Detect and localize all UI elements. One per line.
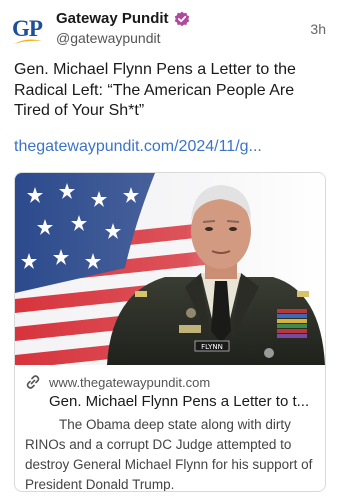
link-icon: [26, 375, 40, 389]
handle[interactable]: @gatewaypundit: [56, 30, 161, 46]
uniform-nametag: FLYNN: [201, 343, 223, 351]
card-description: The Obama deep state along with dirty RI…: [25, 417, 313, 492]
post-link[interactable]: thegatewaypundit.com/2024/11/g...: [14, 138, 262, 156]
card-domain: www.thegatewaypundit.com: [49, 374, 211, 390]
card-title[interactable]: Gen. Michael Flynn Pens a Letter to t...: [49, 393, 319, 410]
verified-badge-icon: [174, 11, 189, 26]
name-row: Gateway Pundit: [56, 10, 190, 27]
avatar-swoosh: [14, 39, 42, 44]
article-photo: FLYNN: [15, 173, 325, 365]
post-time[interactable]: 3h: [310, 21, 326, 37]
post-text: Gen. Michael Flynn Pens a Letter to the …: [14, 61, 296, 119]
card-meta: www.thegatewaypundit.com Gen. Michael Fl…: [25, 373, 317, 492]
link-preview-card[interactable]: FLYNN www.thegatewaypundit.com Gen. Mich…: [14, 172, 326, 492]
card-image[interactable]: FLYNN: [15, 173, 325, 365]
display-name[interactable]: Gateway Pundit: [56, 10, 169, 27]
post-header: GP Gateway Pundit @gatewaypundit 3h: [12, 10, 328, 50]
avatar[interactable]: GP: [12, 14, 44, 46]
card-domain-row: www.thegatewaypundit.com: [25, 373, 317, 391]
